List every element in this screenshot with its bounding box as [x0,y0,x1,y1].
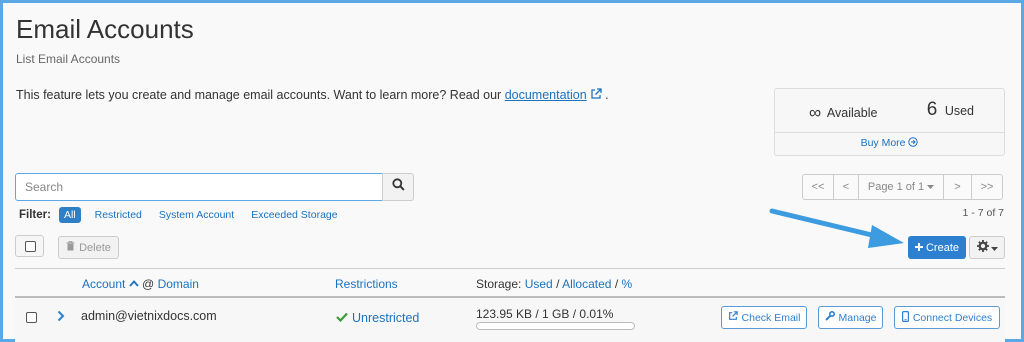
infinity-symbol: ∞ [809,103,822,122]
used-label: Used [944,104,974,118]
manage-button[interactable]: Manage [818,306,883,329]
create-label: Create [925,241,960,254]
trash-icon [66,241,75,254]
intro-text: This feature lets you create and manage … [16,88,609,102]
filter-bar: Filter: All Restricted System Account Ex… [19,206,355,224]
caret-down-icon [927,181,935,193]
results-range: 1 - 7 of 7 [962,207,1004,219]
settings-dropdown-button[interactable] [969,236,1005,259]
restriction-status[interactable]: Unrestricted [336,311,419,325]
annotation-arrow [769,208,904,248]
page-label: Page 1 of 1 [867,181,925,193]
intro-sentence: This feature lets you create and manage … [16,88,505,102]
filter-exceeded-storage[interactable]: Exceeded Storage [251,209,337,221]
available-stat: ∞ Available [809,103,877,123]
stats-top: ∞ Available 6 Used [775,89,1004,133]
pagination: << < Page 1 of 1 > >> [802,174,1003,200]
buy-more-link[interactable]: Buy More [775,137,1004,149]
wrench-icon [824,310,835,324]
search-icon [391,178,405,196]
sort-percent-link[interactable]: % [622,277,633,291]
sort-allocated-link[interactable]: Allocated [562,277,611,291]
used-count: 6 [926,99,938,120]
available-label: Available [826,106,878,120]
sort-account-link[interactable]: Account [82,277,125,291]
column-account-domain: Account @ Domain [82,277,199,291]
sort-domain-link[interactable]: Domain [158,277,199,291]
row-checkbox[interactable] [26,312,37,323]
external-link-icon [728,311,738,324]
account-stats-box: ∞ Available 6 Used Buy More [774,88,1005,156]
table-header: Account @ Domain Restrictions Storage: U… [15,268,1005,298]
storage-label: Storage: [476,277,522,291]
select-all-checkbox[interactable] [25,241,36,252]
column-restrictions[interactable]: Restrictions [335,277,398,291]
used-stat: 6 Used [927,99,974,121]
filter-system-account[interactable]: System Account [159,209,234,221]
filter-label: Filter: [19,209,51,221]
select-all-checkbox-wrap[interactable] [15,235,44,257]
storage-sep-1: / [556,277,560,291]
table-row: admin@vietnixdocs.com Unrestricted 123.9… [15,299,1005,342]
search-button[interactable] [382,173,414,201]
storage-usage: 123.95 KB / 1 GB / 0.01% [476,307,614,321]
column-storage: Storage: Used / Allocated / % [476,277,632,291]
next-page-button[interactable]: > [943,174,972,200]
documentation-link[interactable]: documentation [505,88,587,102]
delete-label: Delete [79,241,111,254]
chevron-right-icon[interactable] [57,309,65,327]
storage-progress-bar [476,322,635,330]
connect-devices-label: Connect Devices [912,311,993,324]
check-email-button[interactable]: Check Email [721,306,807,329]
create-button[interactable]: Create [908,236,966,259]
last-page-button[interactable]: >> [971,174,1003,200]
filter-all[interactable]: All [58,207,81,223]
restriction-label: Unrestricted [352,311,420,325]
search-group [15,173,414,201]
account-email: admin@vietnixdocs.com [81,309,217,323]
checkmark-icon [336,311,348,325]
plus-icon [914,242,923,254]
mobile-phone-icon [901,310,909,325]
sort-up-icon [129,277,139,291]
delete-button[interactable]: Delete [58,236,119,259]
caret-down-icon [990,239,998,257]
intro-end: . [601,88,609,102]
circle-arrow-right-icon [908,137,919,149]
storage-sep-2: / [614,277,619,291]
filter-restricted[interactable]: Restricted [95,209,142,221]
manage-label: Manage [838,311,877,324]
page-title: Email Accounts [16,14,194,44]
buy-more-label: Buy More [860,137,906,149]
external-link-icon [590,88,602,100]
sort-used-link[interactable]: Used [525,277,553,291]
prev-page-button[interactable]: < [833,174,859,200]
check-email-label: Check Email [741,311,801,324]
page-subtitle: List Email Accounts [16,52,121,66]
first-page-button[interactable]: << [802,174,834,200]
at-symbol: @ [142,277,155,291]
search-input[interactable] [15,173,383,201]
gear-icon [976,239,989,257]
page-select[interactable]: Page 1 of 1 [858,174,944,200]
connect-devices-button[interactable]: Connect Devices [894,306,1000,329]
